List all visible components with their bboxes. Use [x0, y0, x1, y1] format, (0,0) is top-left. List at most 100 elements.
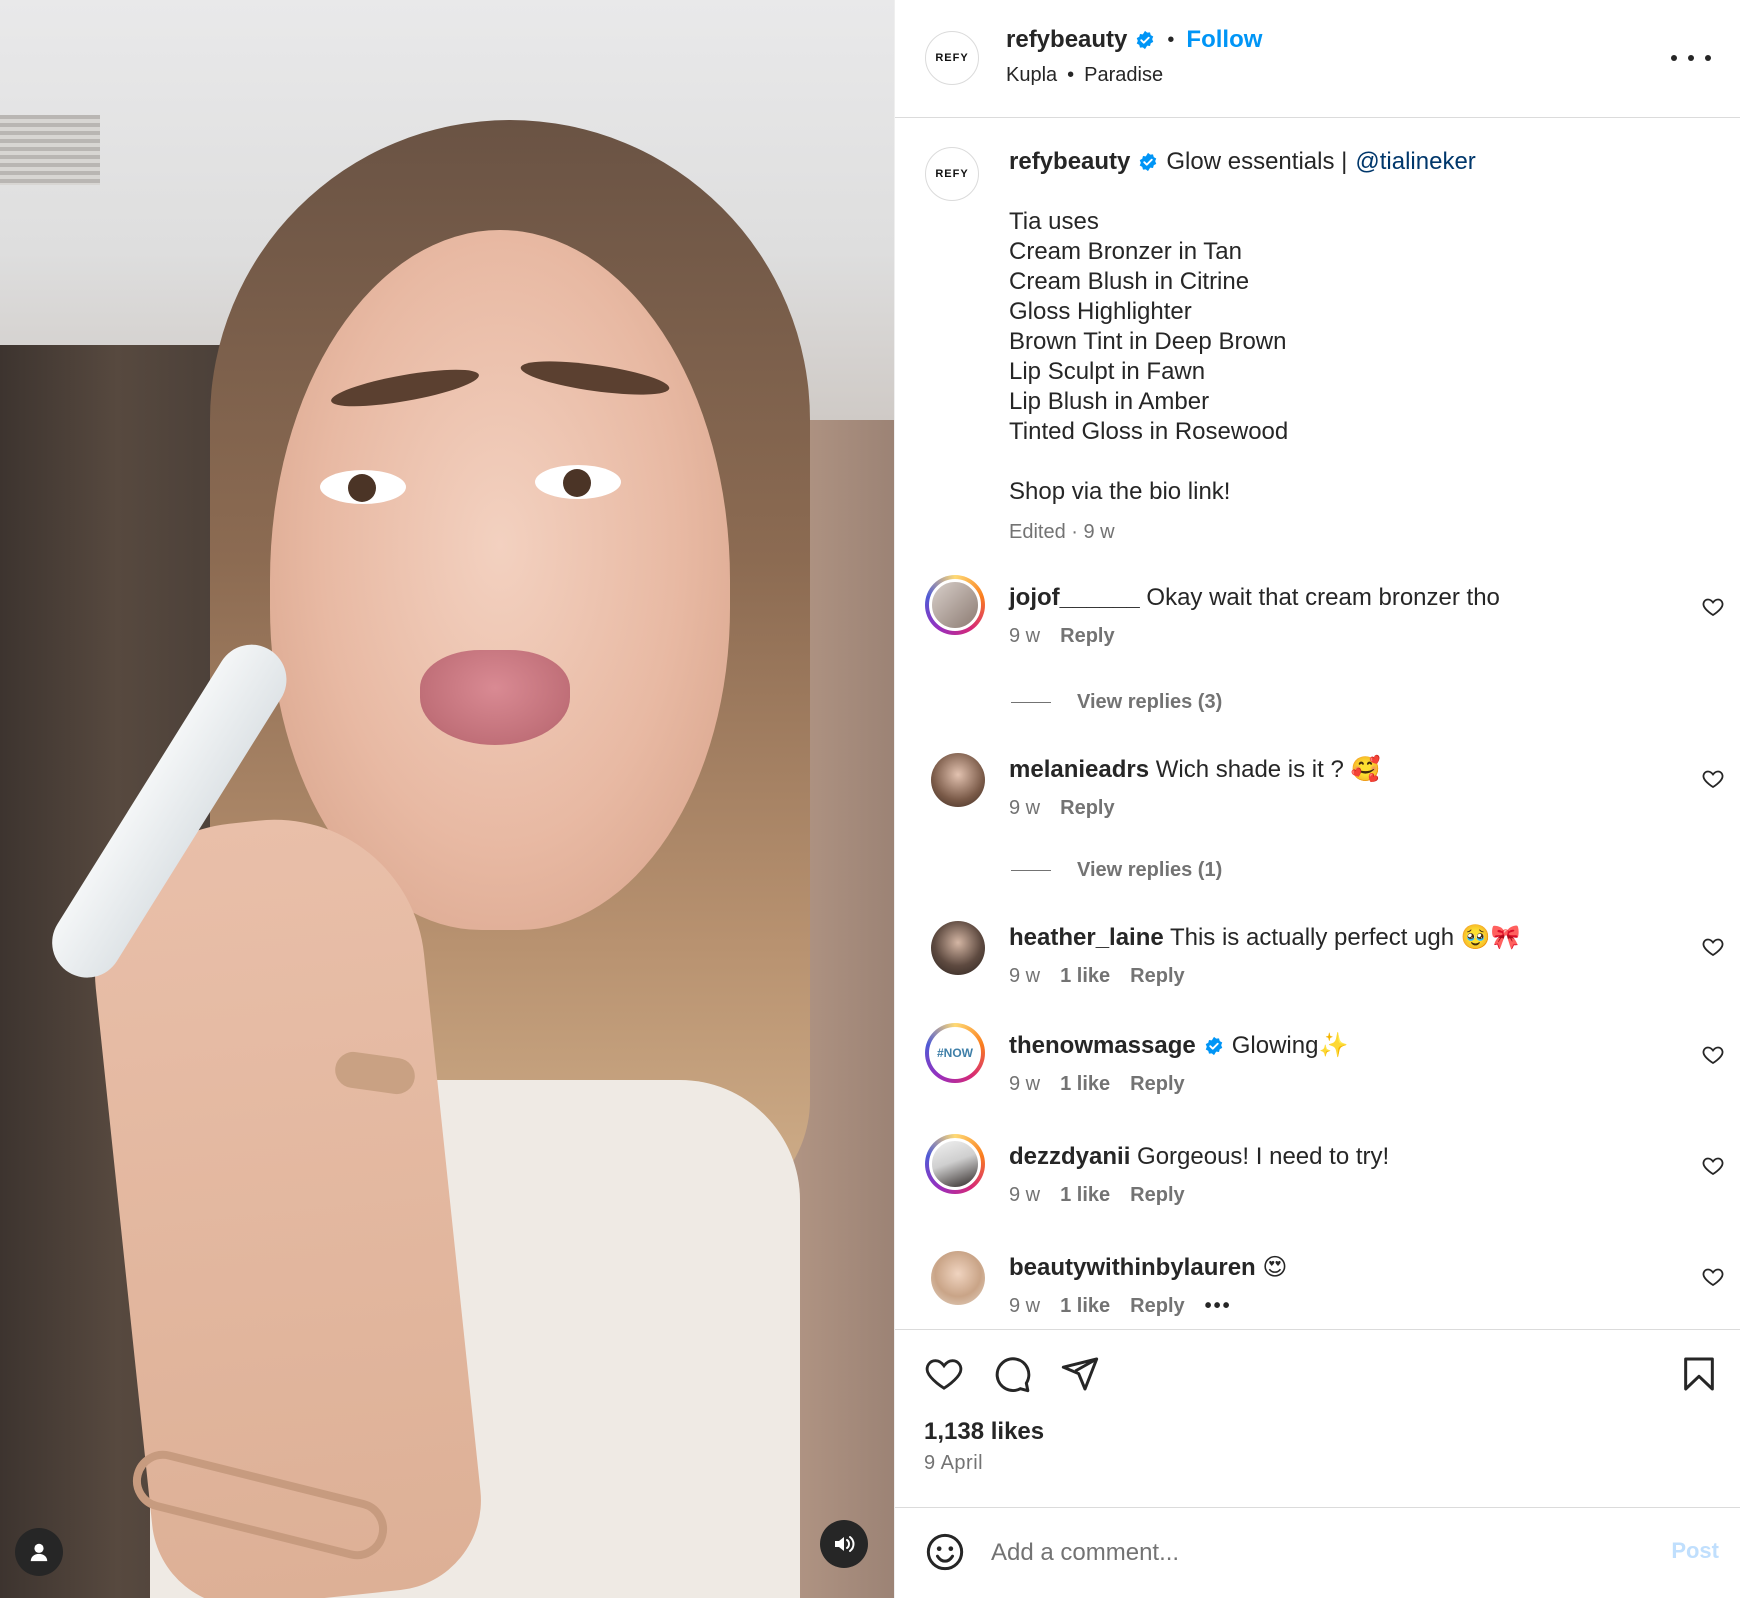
- post-date[interactable]: 9 April: [924, 1452, 983, 1475]
- comment-item: jojof______ Okay wait that cream bronzer…: [895, 575, 1740, 675]
- comment-text-row: thenowmassage Glowing✨: [1009, 1031, 1348, 1061]
- comment-avatar[interactable]: [931, 921, 985, 975]
- caption-line: Tinted Gloss in Rosewood: [1009, 418, 1289, 445]
- comment-username[interactable]: melanieadrs: [1009, 756, 1149, 783]
- author-username[interactable]: refybeauty: [1006, 26, 1127, 54]
- caption-meta: Edited · 9 w: [1009, 521, 1115, 543]
- comment-icon[interactable]: [992, 1354, 1032, 1394]
- comment-text: This is actually perfect ugh 🥹🎀: [1169, 924, 1521, 951]
- comment-reply-button[interactable]: Reply: [1060, 625, 1114, 648]
- video-player[interactable]: [0, 0, 894, 1598]
- comment-avatar[interactable]: #NOW: [925, 1023, 985, 1083]
- more-icon-dot: [1705, 55, 1711, 61]
- view-replies-button[interactable]: View replies (3): [1011, 691, 1222, 714]
- comment-likes[interactable]: 1 like: [1060, 1184, 1110, 1207]
- heart-icon[interactable]: [1701, 1154, 1725, 1178]
- comment-avatar[interactable]: [925, 575, 985, 635]
- video-lips: [420, 650, 570, 745]
- tagged-users-button[interactable]: [15, 1528, 63, 1576]
- heart-icon[interactable]: [1701, 767, 1725, 791]
- verified-icon: [1137, 30, 1154, 50]
- video-eye-right: [535, 465, 621, 499]
- comment-likes[interactable]: 1 like: [1060, 1295, 1110, 1318]
- heart-icon[interactable]: [1701, 935, 1725, 959]
- avatar-logo-text: REFY: [935, 168, 969, 180]
- caption-author-avatar[interactable]: REFY: [925, 147, 979, 201]
- caption-line: Gloss Highlighter: [1009, 298, 1192, 325]
- comment-text-row: dezzdyanii Gorgeous! I need to try!: [1009, 1142, 1389, 1172]
- comment-avatar[interactable]: [931, 1251, 985, 1305]
- more-options-button[interactable]: [1671, 46, 1711, 70]
- comment-username[interactable]: dezzdyanii: [1009, 1143, 1130, 1170]
- bookmark-icon[interactable]: [1679, 1354, 1719, 1394]
- comment-username[interactable]: heather_laine: [1009, 924, 1164, 951]
- comment-text-row: heather_laine This is actually perfect u…: [1009, 923, 1521, 953]
- verified-icon: [1205, 1036, 1222, 1056]
- post-comment-button[interactable]: Post: [1671, 1538, 1719, 1564]
- caption-line: Lip Blush in Amber: [1009, 388, 1210, 415]
- likes-count[interactable]: 1,138 likes: [924, 1418, 1044, 1446]
- comments-scroll-area[interactable]: REFY refybeauty Glow essentials | @tiali…: [895, 119, 1740, 1329]
- comment-avatar[interactable]: [925, 1134, 985, 1194]
- audio-separator: •: [1067, 64, 1075, 86]
- verified-icon: [1140, 152, 1157, 172]
- caption-line: Lip Sculpt in Fawn: [1009, 358, 1206, 385]
- follow-button[interactable]: Follow: [1186, 26, 1262, 54]
- video-eye-left: [320, 470, 406, 504]
- comment-time: 9 w: [1009, 1184, 1041, 1206]
- comment-likes[interactable]: 1 like: [1060, 965, 1110, 988]
- audio-toggle-button[interactable]: [820, 1520, 868, 1568]
- video-person-face: [270, 230, 730, 930]
- comment-input[interactable]: [991, 1534, 1591, 1572]
- comment-text: 😍: [1262, 1254, 1288, 1281]
- comment-meta: 9 w Reply: [1009, 797, 1115, 820]
- comment-text-row: beautywithinbylauren 😍: [1009, 1253, 1287, 1283]
- comment-username[interactable]: beautywithinbylauren: [1009, 1254, 1256, 1281]
- comment-meta: 9 w 1 like Reply: [1009, 1184, 1185, 1207]
- comment-reply-button[interactable]: Reply: [1130, 1295, 1184, 1318]
- audio-title: Paradise: [1084, 64, 1164, 86]
- author-avatar[interactable]: REFY: [925, 31, 979, 85]
- comment-more-button[interactable]: •••: [1205, 1295, 1232, 1318]
- comment-text: Gorgeous! I need to try!: [1137, 1143, 1390, 1170]
- heart-icon[interactable]: [1701, 595, 1725, 619]
- caption-product-list: Tia uses Cream Bronzer in Tan Cream Blus…: [1009, 207, 1709, 447]
- comment-time: 9 w: [1009, 625, 1041, 647]
- comment-time: 9 w: [1009, 797, 1041, 819]
- heart-icon[interactable]: [924, 1354, 964, 1394]
- comment-reply-button[interactable]: Reply: [1130, 965, 1184, 988]
- more-icon-dot: [1688, 55, 1694, 61]
- post-side-panel: REFY refybeauty • Follow Kupla • Paradise …: [894, 0, 1740, 1598]
- post-header: REFY refybeauty • Follow Kupla • Paradise: [895, 0, 1740, 118]
- header-dot-separator: •: [1167, 28, 1175, 51]
- view-replies-line: [1011, 702, 1051, 703]
- comment-likes[interactable]: 1 like: [1060, 1073, 1110, 1096]
- share-icon[interactable]: [1060, 1354, 1100, 1394]
- comment-reply-button[interactable]: Reply: [1060, 797, 1114, 820]
- caption-line: Tia uses: [1009, 208, 1099, 235]
- comment-text-row: melanieadrs Wich shade is it ? 🥰: [1009, 755, 1380, 785]
- comment-username[interactable]: thenowmassage: [1009, 1031, 1196, 1061]
- comment-time: 9 w: [1009, 965, 1041, 987]
- comment-avatar[interactable]: [931, 753, 985, 807]
- view-replies-line: [1011, 870, 1051, 871]
- caption-line: Brown Tint in Deep Brown: [1009, 328, 1287, 355]
- comment-item: heather_laine This is actually perfect u…: [895, 915, 1740, 1015]
- caption-headline-row: refybeauty Glow essentials | @tialineker: [1009, 147, 1709, 177]
- heart-icon[interactable]: [1701, 1265, 1725, 1289]
- emoji-icon[interactable]: [925, 1532, 965, 1572]
- comment-text-row: jojof______ Okay wait that cream bronzer…: [1009, 583, 1500, 613]
- comment-username[interactable]: jojof______: [1009, 584, 1140, 611]
- comment-meta: 9 w 1 like Reply •••: [1009, 1295, 1232, 1318]
- post-actions: 1,138 likes 9 April: [895, 1329, 1740, 1499]
- audio-icon: [835, 1536, 855, 1552]
- comment-time: 9 w: [1009, 1073, 1041, 1095]
- heart-icon[interactable]: [1701, 1043, 1725, 1067]
- add-comment-bar: Post: [895, 1507, 1740, 1598]
- comment-reply-button[interactable]: Reply: [1130, 1073, 1184, 1096]
- view-replies-button[interactable]: View replies (1): [1011, 859, 1222, 882]
- audio-info[interactable]: Kupla • Paradise: [1006, 64, 1163, 87]
- comment-reply-button[interactable]: Reply: [1130, 1184, 1184, 1207]
- caption-username[interactable]: refybeauty: [1009, 147, 1130, 177]
- caption-mention-link[interactable]: @tialineker: [1355, 147, 1475, 177]
